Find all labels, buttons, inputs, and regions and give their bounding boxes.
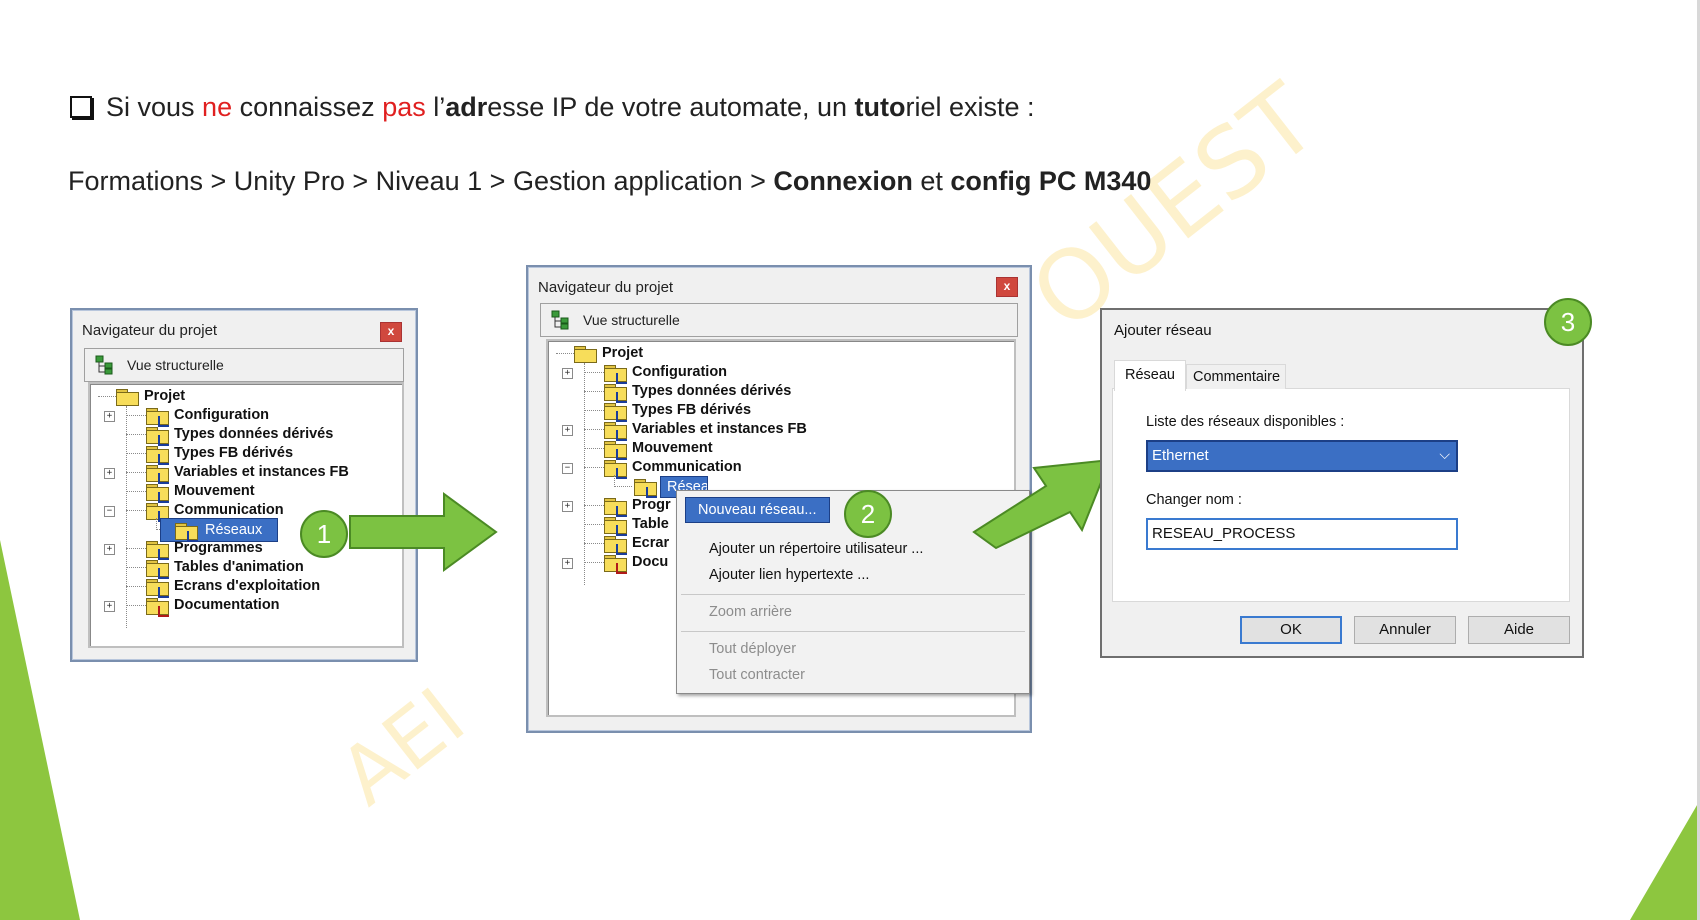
folder-icon — [604, 440, 627, 460]
menu-separator — [681, 631, 1025, 632]
tree-node-derived-fb-types[interactable]: Types FB dérivés — [174, 443, 293, 463]
folder-open-icon — [146, 502, 169, 522]
collapse-icon[interactable]: − — [562, 463, 573, 474]
tree-node-operator-screens[interactable]: Ecrans d'exploitation — [174, 576, 320, 596]
tree-node-documentation[interactable]: Docu — [632, 552, 668, 572]
tab-commentaire[interactable]: Commentaire — [1186, 364, 1286, 389]
tree-node-projet[interactable]: Projet — [602, 343, 643, 363]
structural-view-tab[interactable]: Vue structurelle — [84, 348, 404, 382]
expand-icon[interactable]: + — [562, 368, 573, 379]
documentation-icon — [146, 597, 169, 617]
tree-node-derived-data-types[interactable]: Types données dérivés — [632, 381, 791, 401]
close-button[interactable]: x — [996, 277, 1018, 297]
tree-node-variables[interactable]: Variables et instances FB — [174, 462, 349, 482]
network-list-label: Liste des réseaux disponibles : — [1146, 414, 1345, 430]
folder-icon — [604, 516, 627, 536]
tree-node-animation-tables[interactable]: Tables d'animation — [174, 557, 304, 577]
folder-icon — [146, 407, 169, 427]
structural-view-tab[interactable]: Vue structurelle — [540, 303, 1018, 337]
folder-icon — [634, 478, 657, 498]
menu-item-zoom-out[interactable]: Zoom arrière — [709, 604, 792, 620]
tree-node-projet[interactable]: Projet — [144, 386, 185, 406]
watermark-aei: AEI — [322, 670, 482, 823]
network-name-value: RESEAU_PROCESS — [1152, 525, 1296, 542]
cancel-button[interactable]: Annuler — [1354, 616, 1456, 644]
tree-structure-icon — [551, 310, 569, 330]
folder-icon — [146, 426, 169, 446]
tree-node-operator-screens[interactable]: Ecrar — [632, 533, 669, 553]
expand-icon[interactable]: + — [104, 411, 115, 422]
menu-item-collapse-all[interactable]: Tout contracter — [709, 667, 805, 683]
folder-icon — [604, 497, 627, 517]
expand-icon[interactable]: + — [562, 425, 573, 436]
collapse-icon[interactable]: − — [104, 506, 115, 517]
structural-view-label: Vue structurelle — [127, 357, 224, 373]
tree-node-derived-fb-types[interactable]: Types FB dérivés — [632, 400, 751, 420]
folder-open-icon — [116, 388, 139, 406]
dialog-title: Ajouter réseau — [1114, 322, 1212, 339]
close-button[interactable]: x — [380, 322, 402, 342]
rename-label: Changer nom : — [1146, 492, 1242, 508]
folder-icon — [146, 464, 169, 484]
folder-open-icon — [604, 459, 627, 479]
chevron-down-icon: ⌵ — [1439, 446, 1450, 462]
tree-node-variables[interactable]: Variables et instances FB — [632, 419, 807, 439]
tree-node-mouvement[interactable]: Mouvement — [632, 438, 713, 458]
folder-icon — [146, 559, 169, 579]
expand-icon[interactable]: + — [104, 601, 115, 612]
step-badge-1: 1 — [300, 510, 348, 558]
folder-icon — [604, 421, 627, 441]
window-title: Navigateur du projet — [82, 322, 218, 339]
ok-button[interactable]: OK — [1240, 616, 1342, 644]
expand-icon[interactable]: + — [562, 501, 573, 512]
add-network-dialog: Ajouter réseau Réseau Commentaire Liste … — [1100, 308, 1584, 658]
network-name-input[interactable]: RESEAU_PROCESS — [1146, 518, 1458, 550]
help-button[interactable]: Aide — [1468, 616, 1570, 644]
folder-icon — [146, 445, 169, 465]
menu-separator — [681, 594, 1025, 595]
folder-icon — [604, 383, 627, 403]
tree-node-animation-tables[interactable]: Table — [632, 514, 669, 534]
folder-icon — [604, 535, 627, 555]
tree-node-documentation[interactable]: Documentation — [174, 595, 280, 615]
network-select[interactable]: Ethernet ⌵ — [1146, 440, 1458, 472]
folder-open-icon — [574, 345, 597, 363]
documentation-icon — [604, 554, 627, 574]
menu-item-add-user-directory[interactable]: Ajouter un répertoire utilisateur ... — [709, 541, 923, 557]
checkbox-bullet-icon — [70, 96, 92, 118]
tree-node-derived-data-types[interactable]: Types données dérivés — [174, 424, 333, 444]
expand-icon[interactable]: + — [562, 558, 573, 569]
slide-decoration-right — [1630, 800, 1700, 920]
step-badge-2: 2 — [844, 490, 892, 538]
folder-icon — [146, 540, 169, 560]
intro-line: Si vous ne connaissez pas l’adresse IP d… — [70, 92, 1035, 123]
tree-node-programmes[interactable]: Progr — [632, 495, 671, 515]
structural-view-label: Vue structurelle — [583, 312, 680, 328]
menu-item-new-network[interactable]: Nouveau réseau... — [685, 497, 830, 523]
tree-node-communication[interactable]: Communication — [632, 457, 742, 477]
menu-item-expand-all[interactable]: Tout déployer — [709, 641, 796, 657]
project-navigator-window-1: Navigateur du projet x Vue structurelle … — [70, 308, 418, 662]
folder-icon — [146, 483, 169, 503]
menu-item-add-hyperlink[interactable]: Ajouter lien hypertexte ... — [709, 567, 869, 583]
tutorial-path: Formations > Unity Pro > Niveau 1 > Gest… — [68, 166, 1152, 196]
window-title: Navigateur du projet — [538, 279, 674, 296]
expand-icon[interactable]: + — [104, 468, 115, 479]
tree-node-configuration[interactable]: Configuration — [632, 362, 727, 382]
step-badge-3: 3 — [1544, 298, 1592, 346]
tree-node-configuration[interactable]: Configuration — [174, 405, 269, 425]
tree-structure-icon — [95, 355, 113, 375]
tree-node-mouvement[interactable]: Mouvement — [174, 481, 255, 501]
tree-node-programmes[interactable]: Programmes — [174, 538, 263, 558]
tab-reseau[interactable]: Réseau — [1114, 360, 1186, 391]
folder-icon — [175, 522, 198, 542]
network-select-value: Ethernet — [1152, 447, 1209, 464]
arrow-right-icon — [349, 492, 498, 572]
folder-icon — [604, 364, 627, 384]
expand-icon[interactable]: + — [104, 544, 115, 555]
folder-icon — [604, 402, 627, 422]
tree-node-communication[interactable]: Communication — [174, 500, 284, 520]
folder-icon — [146, 578, 169, 598]
arrow-diagonal-icon — [972, 458, 1112, 550]
